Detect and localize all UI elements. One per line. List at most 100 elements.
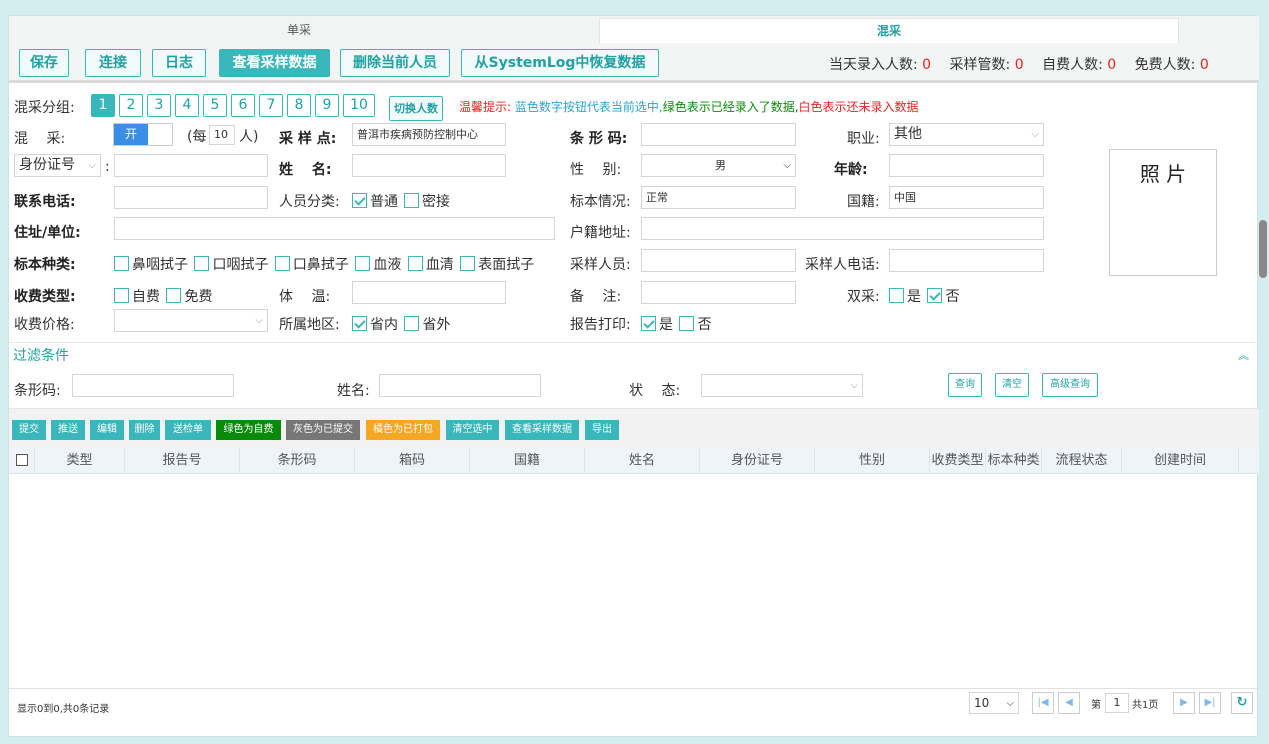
address-input[interactable] xyxy=(114,217,555,240)
checkbox-icon[interactable] xyxy=(889,288,904,303)
checkbox-checked-icon[interactable] xyxy=(927,288,943,303)
checkbox-icon[interactable] xyxy=(114,256,129,271)
group-button-1[interactable]: 1 xyxy=(91,94,115,117)
checkbox-icon[interactable] xyxy=(114,288,129,303)
filter-header[interactable]: 过滤条件 ︽ xyxy=(9,342,1259,368)
send-form-button[interactable]: 送检单 xyxy=(165,420,211,440)
prev-page-icon[interactable]: ◀ xyxy=(1058,692,1080,714)
push-button[interactable]: 推送 xyxy=(51,420,85,440)
tab-single[interactable]: 单采 xyxy=(9,18,589,43)
filter-name-input[interactable] xyxy=(379,374,541,397)
group-button-8[interactable]: 8 xyxy=(287,94,311,117)
collector-input[interactable] xyxy=(641,249,796,272)
checkbox-icon[interactable] xyxy=(404,193,419,208)
view-sample-button[interactable]: 查看采样数据 xyxy=(219,49,330,77)
restore-systemlog-button[interactable]: 从SystemLog中恢复数据 xyxy=(461,49,659,77)
delete-button[interactable]: 删除 xyxy=(129,420,160,440)
scrollbar-thumb[interactable] xyxy=(1259,220,1267,278)
age-input[interactable] xyxy=(889,154,1044,177)
group-button-2[interactable]: 2 xyxy=(119,94,143,117)
category-contact-option[interactable]: 密接 xyxy=(402,191,450,211)
category-normal-option[interactable]: 普通 xyxy=(350,191,398,211)
column-header-specimen-type[interactable]: 标本种类 xyxy=(986,448,1042,474)
save-button[interactable]: 保存 xyxy=(19,49,69,77)
checkbox-checked-icon[interactable] xyxy=(352,193,367,208)
submit-button[interactable]: 提交 xyxy=(12,420,46,440)
clear-filter-button[interactable]: 清空 xyxy=(995,373,1029,397)
job-select[interactable]: 其他 ⌵ xyxy=(889,123,1044,146)
column-header-box-code[interactable]: 箱码 xyxy=(355,448,470,474)
id-type-select[interactable]: 身份证号 ⌵ xyxy=(14,154,101,177)
page-number-input[interactable]: 1 xyxy=(1105,693,1129,713)
name-input[interactable] xyxy=(352,154,506,177)
edit-button[interactable]: 编辑 xyxy=(90,420,124,440)
advanced-query-button[interactable]: 高级查询 xyxy=(1042,373,1098,397)
group-button-6[interactable]: 6 xyxy=(231,94,255,117)
orange-packed-legend[interactable]: 橘色为已打包 xyxy=(366,420,440,440)
collector-phone-input[interactable] xyxy=(889,249,1044,272)
mix-toggle[interactable]: 开 xyxy=(113,123,173,146)
specimen-status-input[interactable]: 正常 xyxy=(641,186,796,209)
column-header-report-no[interactable]: 报告号 xyxy=(125,448,240,474)
checkbox-checked-icon[interactable] xyxy=(641,316,656,331)
clear-selected-button[interactable]: 清空选中 xyxy=(446,420,499,440)
per-count-input[interactable]: 10 xyxy=(209,125,235,145)
view-sample-data-button[interactable]: 查看采样数据 xyxy=(505,420,579,440)
last-page-icon[interactable]: ▶| xyxy=(1199,692,1221,714)
group-button-9[interactable]: 9 xyxy=(315,94,339,117)
specimen-type-surface: 表面拭子 xyxy=(478,257,535,273)
delete-person-button[interactable]: 删除当前人员 xyxy=(340,49,450,77)
nation-input[interactable]: 中国 xyxy=(889,186,1044,209)
page-size-select[interactable]: 10 ⌵ xyxy=(969,692,1019,714)
refresh-icon[interactable]: ↻ xyxy=(1231,692,1253,714)
column-header-gender[interactable]: 性别 xyxy=(815,448,930,474)
id-number-input[interactable] xyxy=(114,154,268,177)
select-all-checkbox-icon[interactable] xyxy=(15,454,28,466)
query-button[interactable]: 查询 xyxy=(948,373,982,397)
filter-barcode-input[interactable] xyxy=(72,374,234,397)
export-button[interactable]: 导出 xyxy=(585,420,619,440)
checkbox-icon[interactable] xyxy=(274,256,290,271)
column-header-name[interactable]: 姓名 xyxy=(585,448,700,474)
group-button-4[interactable]: 4 xyxy=(175,94,199,117)
column-header-type[interactable]: 类型 xyxy=(35,448,125,474)
first-page-icon[interactable]: |◀ xyxy=(1032,692,1054,714)
column-header-created-time[interactable]: 创建时间 xyxy=(1122,448,1239,474)
log-button[interactable]: 日志 xyxy=(152,49,206,77)
group-button-7[interactable]: 7 xyxy=(259,94,283,117)
filter-status-select[interactable]: ⌵ xyxy=(701,374,863,397)
column-header-nationality[interactable]: 国籍 xyxy=(470,448,585,474)
column-header-fee-type[interactable]: 收费类型 xyxy=(930,448,986,474)
remark-input[interactable] xyxy=(641,281,796,304)
tab-mixed[interactable]: 混采 xyxy=(599,18,1179,43)
green-self-pay-legend[interactable]: 绿色为自费 xyxy=(216,420,281,440)
connect-button[interactable]: 连接 xyxy=(85,49,141,77)
phone-input[interactable] xyxy=(114,186,268,209)
region-in-text: 省内 xyxy=(370,317,398,333)
next-page-icon[interactable]: ▶ xyxy=(1173,692,1195,714)
group-button-5[interactable]: 5 xyxy=(203,94,227,117)
photo-box[interactable]: 照 片 xyxy=(1109,149,1217,276)
column-header-barcode[interactable]: 条形码 xyxy=(240,448,355,474)
checkbox-checked-icon[interactable] xyxy=(352,316,367,331)
barcode-input[interactable] xyxy=(641,123,796,146)
checkbox-icon[interactable] xyxy=(355,256,371,271)
checkbox-icon[interactable] xyxy=(194,256,210,271)
site-input[interactable]: 普洱市疾病预防控制中心 xyxy=(352,123,506,146)
temperature-input[interactable] xyxy=(352,281,506,304)
gray-submitted-legend[interactable]: 灰色为已提交 xyxy=(286,420,360,440)
switch-count-button[interactable]: 切换人数 xyxy=(389,96,443,121)
checkbox-icon[interactable] xyxy=(407,256,423,271)
group-button-3[interactable]: 3 xyxy=(147,94,171,117)
household-input[interactable] xyxy=(641,217,1044,240)
price-select[interactable]: ⌵ xyxy=(114,309,268,332)
column-header-id-number[interactable]: 身份证号 xyxy=(700,448,815,474)
checkbox-icon[interactable] xyxy=(166,288,182,303)
column-header-status[interactable]: 流程状态 xyxy=(1042,448,1122,474)
checkbox-icon[interactable] xyxy=(460,256,476,271)
collapse-up-icon[interactable]: ︽ xyxy=(1238,343,1249,369)
checkbox-icon[interactable] xyxy=(679,316,695,331)
group-button-10[interactable]: 10 xyxy=(343,94,375,117)
checkbox-icon[interactable] xyxy=(404,316,420,331)
gender-select[interactable]: 男 ⌵ xyxy=(641,154,796,177)
